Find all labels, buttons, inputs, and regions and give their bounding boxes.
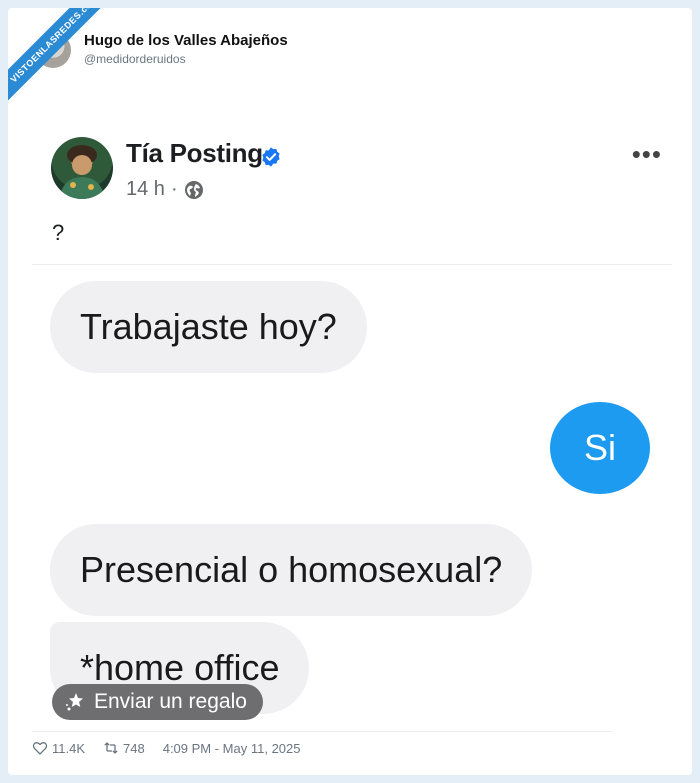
screenshot-bottom-divider: [32, 731, 612, 732]
globe-icon: [184, 180, 203, 199]
retweet-count: 748: [123, 740, 145, 756]
chat-message-text: *home office: [80, 647, 280, 688]
chat-bubble-incoming: Trabajaste hoy?: [50, 281, 367, 373]
tweet-author-name[interactable]: Hugo de los Valles Abajeños: [84, 32, 288, 49]
post-text: ?: [52, 220, 65, 245]
chat-bubble-outgoing: Si: [550, 402, 650, 494]
more-icon[interactable]: •••: [632, 141, 662, 167]
chat-bubble-incoming: Presencial o homosexual?: [50, 524, 533, 616]
heart-icon[interactable]: [32, 740, 48, 756]
meta-separator: ·: [170, 178, 178, 200]
post-divider: [32, 264, 672, 265]
send-gift-button[interactable]: Enviar un regalo: [52, 684, 263, 720]
chat-message-text: Si: [583, 427, 616, 468]
retweet-icon[interactable]: [103, 740, 119, 756]
gift-icon: [66, 693, 83, 711]
post-author-avatar[interactable]: [51, 137, 113, 199]
chat-message-text: Presencial o homosexual?: [80, 549, 503, 590]
like-count: 11.4K: [52, 740, 86, 756]
tweet-author-handle[interactable]: @medidorderuidos: [84, 52, 186, 66]
post-time[interactable]: 14 h: [126, 178, 165, 201]
post-author-name[interactable]: Tía Posting: [126, 138, 263, 169]
chat-message-text: Trabajaste hoy?: [80, 306, 337, 347]
tweet-stats: 11.4K 748 4:09 PM - May 11, 2025: [32, 740, 301, 756]
watermark-text: VISTOENLASREDES: [8, 9, 84, 85]
tweet-card: VISTOENLASREDES.com Hugo de los Valles A…: [8, 8, 692, 775]
send-gift-label: Enviar un regalo: [94, 690, 247, 713]
verified-badge-icon: [262, 147, 280, 167]
tweet-timestamp[interactable]: 4:09 PM - May 11, 2025: [163, 741, 301, 756]
embedded-screenshot: Tía Posting 14 h · ••• ? Trabajaste hoy?…: [32, 116, 680, 732]
post-meta: 14 h ·: [126, 178, 204, 201]
